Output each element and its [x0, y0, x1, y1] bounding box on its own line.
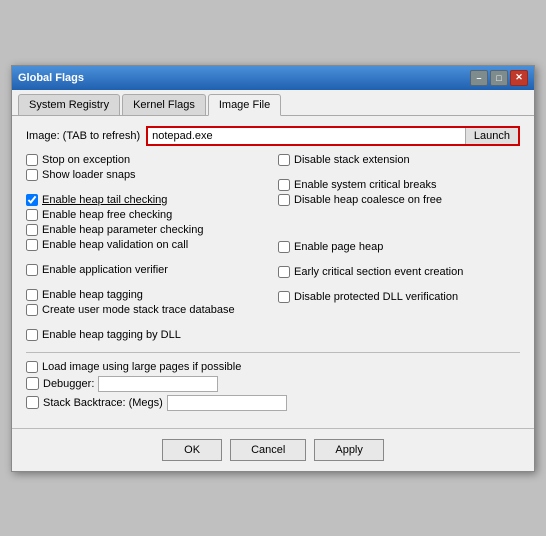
- cb-heap-validation-on-call: Enable heap validation on call: [26, 239, 268, 251]
- stack-backtrace-text-input[interactable]: [167, 395, 287, 411]
- cb-app-verifier: Enable application verifier: [26, 264, 268, 276]
- tab-image-file[interactable]: Image File: [208, 94, 281, 116]
- cb-disable-protected-dll-input[interactable]: [278, 291, 290, 303]
- cb-disable-heap-coalesce: Disable heap coalesce on free: [278, 194, 520, 206]
- cb-heap-free-checking-input[interactable]: [26, 209, 38, 221]
- cb-heap-tail-checking-input[interactable]: [26, 194, 38, 206]
- debugger-text-input[interactable]: [98, 376, 218, 392]
- cb-stack-backtrace-input[interactable]: [26, 396, 39, 409]
- cb-disable-protected-dll-label: Disable protected DLL verification: [294, 291, 458, 303]
- cb-user-mode-stack-trace-label: Create user mode stack trace database: [42, 304, 235, 316]
- cb-heap-validation-on-call-input[interactable]: [26, 239, 38, 251]
- cancel-button[interactable]: Cancel: [230, 439, 306, 461]
- cb-show-loader-snaps-label: Show loader snaps: [42, 169, 136, 181]
- tab-kernel-flags[interactable]: Kernel Flags: [122, 94, 206, 115]
- cb-heap-tagging-dll: Enable heap tagging by DLL: [26, 329, 268, 341]
- footer: OK Cancel Apply: [12, 428, 534, 471]
- cb-user-mode-stack-trace: Create user mode stack trace database: [26, 304, 268, 316]
- cb-heap-parameter-checking-label: Enable heap parameter checking: [42, 224, 203, 236]
- cb-heap-tagging-dll-input[interactable]: [26, 329, 38, 341]
- cb-heap-tagging-label: Enable heap tagging: [42, 289, 143, 301]
- tab-system-registry[interactable]: System Registry: [18, 94, 120, 115]
- separator: [26, 352, 520, 353]
- cb-app-verifier-label: Enable application verifier: [42, 264, 168, 276]
- image-input-wrapper: Launch: [146, 126, 520, 146]
- cb-large-pages-label: Load image using large pages if possible: [42, 361, 241, 373]
- bottom-section: Load image using large pages if possible…: [26, 361, 520, 411]
- cb-disable-stack-extension-input[interactable]: [278, 154, 290, 166]
- cb-large-pages: Load image using large pages if possible: [26, 361, 520, 373]
- cb-heap-free-checking-label: Enable heap free checking: [42, 209, 172, 221]
- cb-app-verifier-input[interactable]: [26, 264, 38, 276]
- right-column: Disable stack extension Enable system cr…: [268, 154, 520, 344]
- stack-backtrace-row: Stack Backtrace: (Megs): [26, 395, 520, 411]
- launch-button[interactable]: Launch: [465, 128, 518, 144]
- debugger-row: Debugger:: [26, 376, 520, 392]
- cb-heap-tagging: Enable heap tagging: [26, 289, 268, 301]
- cb-enable-page-heap: Enable page heap: [278, 241, 520, 253]
- cb-show-loader-snaps-input[interactable]: [26, 169, 38, 181]
- cb-enable-page-heap-input[interactable]: [278, 241, 290, 253]
- cb-early-critical-section-input[interactable]: [278, 266, 290, 278]
- cb-heap-validation-on-call-label: Enable heap validation on call: [42, 239, 188, 251]
- title-bar-buttons: – □ ✕: [470, 70, 528, 86]
- cb-disable-heap-coalesce-label: Disable heap coalesce on free: [294, 194, 442, 206]
- tab-bar: System Registry Kernel Flags Image File: [12, 90, 534, 116]
- cb-show-loader-snaps: Show loader snaps: [26, 169, 268, 181]
- cb-heap-tail-checking: Enable heap tail checking: [26, 194, 268, 206]
- cb-stop-on-exception-input[interactable]: [26, 154, 38, 166]
- content-area: Image: (TAB to refresh) Launch Stop on e…: [12, 116, 534, 424]
- cb-stop-on-exception: Stop on exception: [26, 154, 268, 166]
- left-column: Stop on exception Show loader snaps Enab…: [26, 154, 268, 344]
- cb-heap-tail-checking-label: Enable heap tail checking: [42, 194, 167, 206]
- maximize-button[interactable]: □: [490, 70, 508, 86]
- image-label: Image: (TAB to refresh): [26, 130, 140, 142]
- cb-heap-parameter-checking-input[interactable]: [26, 224, 38, 236]
- cb-enable-page-heap-label: Enable page heap: [294, 241, 383, 253]
- global-flags-window: Global Flags – □ ✕ System Registry Kerne…: [11, 65, 535, 472]
- cb-disable-stack-extension: Disable stack extension: [278, 154, 520, 166]
- minimize-button[interactable]: –: [470, 70, 488, 86]
- image-row: Image: (TAB to refresh) Launch: [26, 126, 520, 146]
- options-columns: Stop on exception Show loader snaps Enab…: [26, 154, 520, 344]
- cb-early-critical-section: Early critical section event creation: [278, 266, 520, 278]
- stack-backtrace-label: Stack Backtrace: (Megs): [43, 397, 163, 409]
- cb-early-critical-section-label: Early critical section event creation: [294, 266, 463, 278]
- cb-heap-tagging-input[interactable]: [26, 289, 38, 301]
- cb-system-critical-breaks: Enable system critical breaks: [278, 179, 520, 191]
- cb-disable-protected-dll: Disable protected DLL verification: [278, 291, 520, 303]
- cb-user-mode-stack-trace-input[interactable]: [26, 304, 38, 316]
- cb-heap-parameter-checking: Enable heap parameter checking: [26, 224, 268, 236]
- cb-disable-heap-coalesce-input[interactable]: [278, 194, 290, 206]
- cb-heap-free-checking: Enable heap free checking: [26, 209, 268, 221]
- cb-stop-on-exception-label: Stop on exception: [42, 154, 130, 166]
- cb-system-critical-breaks-input[interactable]: [278, 179, 290, 191]
- ok-button[interactable]: OK: [162, 439, 222, 461]
- cb-large-pages-input[interactable]: [26, 361, 38, 373]
- debugger-label: Debugger:: [43, 378, 94, 390]
- title-bar: Global Flags – □ ✕: [12, 66, 534, 90]
- cb-system-critical-breaks-label: Enable system critical breaks: [294, 179, 436, 191]
- cb-disable-stack-extension-label: Disable stack extension: [294, 154, 410, 166]
- cb-debugger-input[interactable]: [26, 377, 39, 390]
- close-button[interactable]: ✕: [510, 70, 528, 86]
- window-title: Global Flags: [18, 72, 84, 84]
- apply-button[interactable]: Apply: [314, 439, 384, 461]
- cb-heap-tagging-dll-label: Enable heap tagging by DLL: [42, 329, 181, 341]
- image-input[interactable]: [148, 128, 465, 144]
